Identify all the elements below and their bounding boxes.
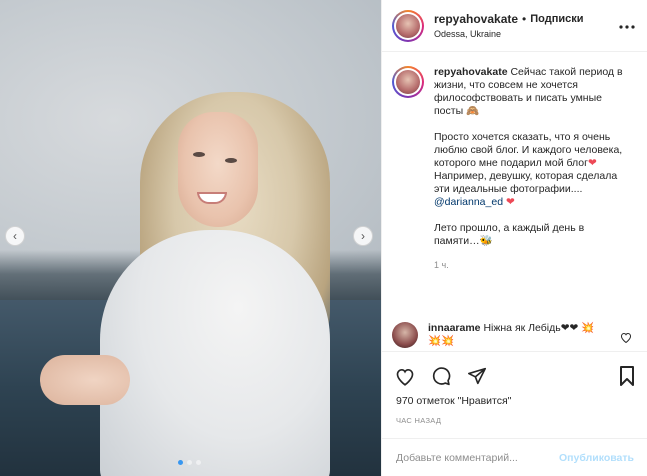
caption-username[interactable]: repyahovakate: [434, 66, 508, 78]
carousel-dot-2: [187, 460, 192, 465]
publish-button[interactable]: Опубликовать: [559, 452, 634, 464]
add-comment-bar: Опубликовать: [382, 438, 647, 476]
post-header: repyahovakate • Подписки Odessa, Ukraine: [382, 0, 647, 52]
post-photo[interactable]: ‹ ›: [0, 0, 381, 476]
commenter-avatar[interactable]: [392, 322, 418, 348]
post-caption: repyahovakate Сейчас такой период в жизн…: [392, 66, 637, 248]
action-bar: [395, 366, 487, 386]
post-panel: repyahovakate • Подписки Odessa, Ukraine…: [381, 0, 647, 476]
heart-emoji: ❤: [587, 157, 597, 169]
mention-link[interactable]: @darianna_ed: [434, 196, 503, 208]
caption-text: repyahovakate Сейчас такой период в жизн…: [434, 66, 624, 248]
post-timestamp: ЧАС НАЗАД: [396, 416, 442, 425]
next-photo-button[interactable]: ›: [353, 226, 373, 246]
comments-section: repyahovakate Сейчас такой период в жизн…: [382, 52, 647, 352]
likes-count[interactable]: 970 отметок "Нравится": [396, 395, 511, 407]
heart-emoji-2: ❤: [503, 196, 515, 208]
caption-time: 1 ч.: [434, 260, 449, 270]
like-heart-icon[interactable]: [395, 366, 415, 386]
photo-face: [178, 112, 258, 227]
comment-input[interactable]: [396, 451, 560, 464]
more-horizontal-icon[interactable]: [619, 16, 635, 34]
follow-button[interactable]: Подписки: [530, 13, 583, 25]
comment-bubble-icon[interactable]: [431, 366, 451, 386]
comment-like-heart-icon[interactable]: [620, 332, 632, 346]
caption-avatar[interactable]: [392, 66, 424, 98]
carousel-dot-3: [196, 460, 201, 465]
author-avatar[interactable]: [392, 9, 424, 42]
photo-dress: [100, 230, 330, 476]
photo-eye-right: [225, 158, 237, 163]
caption-para-4: Лето прошло, а каждый день в памяти…🐝: [434, 222, 585, 247]
comment-row: innaarame Ніжна як Лебідь❤❤ 💥💥💥: [392, 322, 638, 348]
carousel-indicator: [178, 460, 201, 465]
photo-eye-left: [193, 152, 205, 157]
carousel-dot-1: [178, 460, 183, 465]
author-username[interactable]: repyahovakate: [434, 12, 518, 26]
photo-hand: [40, 355, 130, 405]
bookmark-icon[interactable]: [617, 366, 637, 386]
post-location[interactable]: Odessa, Ukraine: [434, 29, 584, 39]
prev-photo-button[interactable]: ‹: [5, 226, 25, 246]
share-paper-plane-icon[interactable]: [467, 366, 487, 386]
commenter-username[interactable]: innaarame: [428, 322, 481, 334]
caption-para-3: Например, девушку, которая сделала эти и…: [434, 170, 618, 195]
separator-bullet: •: [522, 12, 527, 26]
